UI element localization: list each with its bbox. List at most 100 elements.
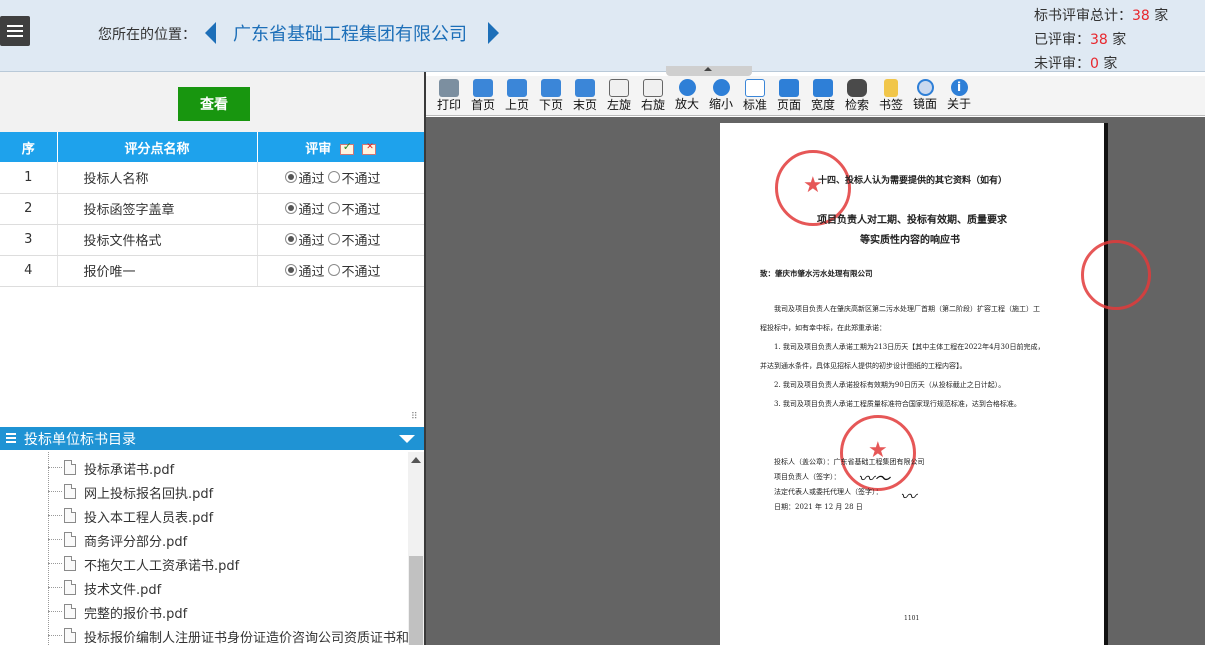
first-page-icon (473, 79, 493, 97)
review-options: 通过 不通过 (257, 193, 424, 225)
review-options: 通过 不通过 (257, 162, 424, 194)
rotate-right-button[interactable]: 右旋 (636, 78, 670, 116)
prev-company-arrow-icon[interactable] (205, 22, 216, 44)
next-page-button[interactable]: 下页 (534, 78, 568, 116)
pdf-viewer: 打印 首页 上页 下页 末页 左旋 右旋 放大 缩小 标准 页面 宽度 检索 书… (424, 66, 1205, 645)
view-button[interactable]: 查看 (178, 87, 250, 121)
review-options: 通过 不通过 (257, 255, 424, 287)
about-button[interactable]: i 关于 (942, 78, 976, 116)
collapse-triangle-icon[interactable] (399, 435, 415, 443)
fit-width-icon (813, 79, 833, 97)
zoom-in-icon (678, 79, 696, 96)
doc-title-line2: 等实质性内容的响应书 (860, 235, 960, 246)
pass-radio[interactable]: 通过 (284, 230, 325, 249)
fit-page-button[interactable]: 页面 (772, 78, 806, 116)
printer-icon (439, 79, 459, 97)
fail-radio[interactable]: 不通过 (327, 199, 381, 218)
collapse-header-tab[interactable] (666, 66, 752, 76)
radio-icon (327, 264, 340, 277)
scroll-up-arrow-icon[interactable] (411, 457, 421, 463)
document-file-icon (64, 556, 76, 571)
tree-line (48, 491, 62, 492)
tree-line (48, 515, 62, 516)
bookmark-button[interactable]: 书签 (874, 78, 908, 116)
zoom-out-button[interactable]: 缩小 (704, 78, 738, 116)
review-stats: 标书评审总计：38 家 已评审：38 家 未评审：0 家 (1034, 4, 1168, 76)
file-item[interactable]: 技术文件.pdf (48, 576, 408, 600)
fit-width-button[interactable]: 宽度 (806, 78, 840, 116)
doc-body-line: 并达到通水条件，具体见招标人提供的初步设计图纸的工程内容】。 (760, 362, 967, 370)
bookmark-icon (884, 79, 898, 97)
file-name: 技术文件.pdf (84, 583, 162, 598)
fail-all-icon[interactable] (362, 142, 377, 155)
mirror-button[interactable]: 镜面 (908, 78, 942, 116)
pass-radio[interactable]: 通过 (284, 168, 325, 187)
file-tree: 投标承诺书.pdf 网上投标报名回执.pdf 投入本工程人员表.pdf 商务评分部分.… (0, 452, 408, 645)
rotate-left-icon (609, 79, 629, 97)
doc-sign-bidder: 投标人（盖公章）：广东省基础工程集团有限公司 (774, 458, 925, 466)
left-panel: 查看 序 评分点名称 评审 1投标人名称通过不通过2投标函签字盖章通过不通过3投… (0, 72, 424, 645)
scoring-point-name: 报价唯一 (57, 255, 258, 287)
table-row: 1 投标人名称 通过 不通过 (0, 162, 424, 194)
file-list-scrollbar[interactable] (408, 452, 424, 645)
file-name: 网上投标报名回执.pdf (84, 487, 214, 502)
doc-sign-manager: 项目负责人（签字）： (774, 473, 841, 481)
partial-seal-stamp (1081, 240, 1151, 310)
menu-icon[interactable] (0, 16, 30, 46)
doc-page-number: 1101 (904, 615, 920, 622)
document-file-icon (64, 484, 76, 499)
stat-total-number: 38 (1132, 8, 1150, 24)
tree-line (48, 452, 49, 645)
file-item[interactable]: 投入本工程人员表.pdf (48, 504, 408, 528)
scroll-thumb[interactable] (409, 556, 423, 645)
fail-radio[interactable]: 不通过 (327, 261, 381, 280)
document-file-icon (64, 580, 76, 595)
radio-icon (284, 233, 297, 246)
file-item[interactable]: 不拖欠工人工资承诺书.pdf (48, 552, 408, 576)
last-page-button[interactable]: 末页 (568, 78, 602, 116)
doc-body-line: 我司及项目负责人在肇庆高新区第二污水处理厂首期（第二阶段）扩容工程（施工）工 (774, 305, 1040, 313)
radio-icon (327, 202, 340, 215)
fail-radio[interactable]: 不通过 (327, 168, 381, 187)
handwritten-signature: 〰 (900, 487, 917, 506)
list-icon (6, 433, 16, 444)
prev-page-button[interactable]: 上页 (500, 78, 534, 116)
file-name: 商务评分部分.pdf (84, 535, 188, 550)
file-item[interactable]: 完整的报价书.pdf (48, 600, 408, 624)
file-item[interactable]: 投标报价编制人注册证书身份证造价咨询公司资质证书和委托 (48, 624, 408, 645)
scoring-point-name: 投标人名称 (57, 162, 258, 194)
tree-line (48, 539, 62, 540)
row-index: 1 (0, 162, 58, 194)
search-button[interactable]: 检索 (840, 78, 874, 116)
file-item[interactable]: 网上投标报名回执.pdf (48, 480, 408, 504)
fit-page-icon (779, 79, 799, 97)
next-company-arrow-icon[interactable] (488, 22, 499, 44)
rotate-left-button[interactable]: 左旋 (602, 78, 636, 116)
tree-line (48, 467, 62, 468)
document-canvas[interactable]: ★ 十四、投标人认为需要提供的其它资料（如有） 项目负责人对工期、投标有效期、质… (426, 117, 1205, 645)
zoom-in-button[interactable]: 放大 (670, 78, 704, 116)
stat-unreviewed-number: 0 (1090, 56, 1099, 72)
top-header: 您所在的位置： 广东省基础工程集团有限公司 标书评审总计：38 家 已评审：38… (0, 0, 1205, 72)
col-review-header: 评审 (257, 132, 424, 162)
zoom-out-icon (712, 79, 730, 96)
doc-sign-date: 日期：2021 年 12 月 28 日 (774, 503, 863, 511)
row-index: 2 (0, 193, 58, 225)
file-item[interactable]: 商务评分部分.pdf (48, 528, 408, 552)
resize-grip-icon[interactable]: ⠿ (411, 413, 423, 427)
standard-size-button[interactable]: 标准 (738, 78, 772, 116)
info-icon: i (950, 79, 968, 96)
pass-all-icon[interactable] (339, 140, 354, 155)
tree-line (48, 563, 62, 564)
row-index: 3 (0, 224, 58, 256)
pass-radio[interactable]: 通过 (284, 199, 325, 218)
review-options: 通过 不通过 (257, 224, 424, 256)
directory-header[interactable]: 投标单位标书目录 (0, 427, 424, 450)
scoring-table: 序 评分点名称 评审 1投标人名称通过不通过2投标函签字盖章通过不通过3投标文件… (0, 132, 424, 287)
pass-radio[interactable]: 通过 (284, 261, 325, 280)
file-item[interactable]: 投标承诺书.pdf (48, 456, 408, 480)
first-page-button[interactable]: 首页 (466, 78, 500, 116)
fail-radio[interactable]: 不通过 (327, 230, 381, 249)
radio-icon (327, 171, 340, 183)
print-button[interactable]: 打印 (432, 78, 466, 116)
